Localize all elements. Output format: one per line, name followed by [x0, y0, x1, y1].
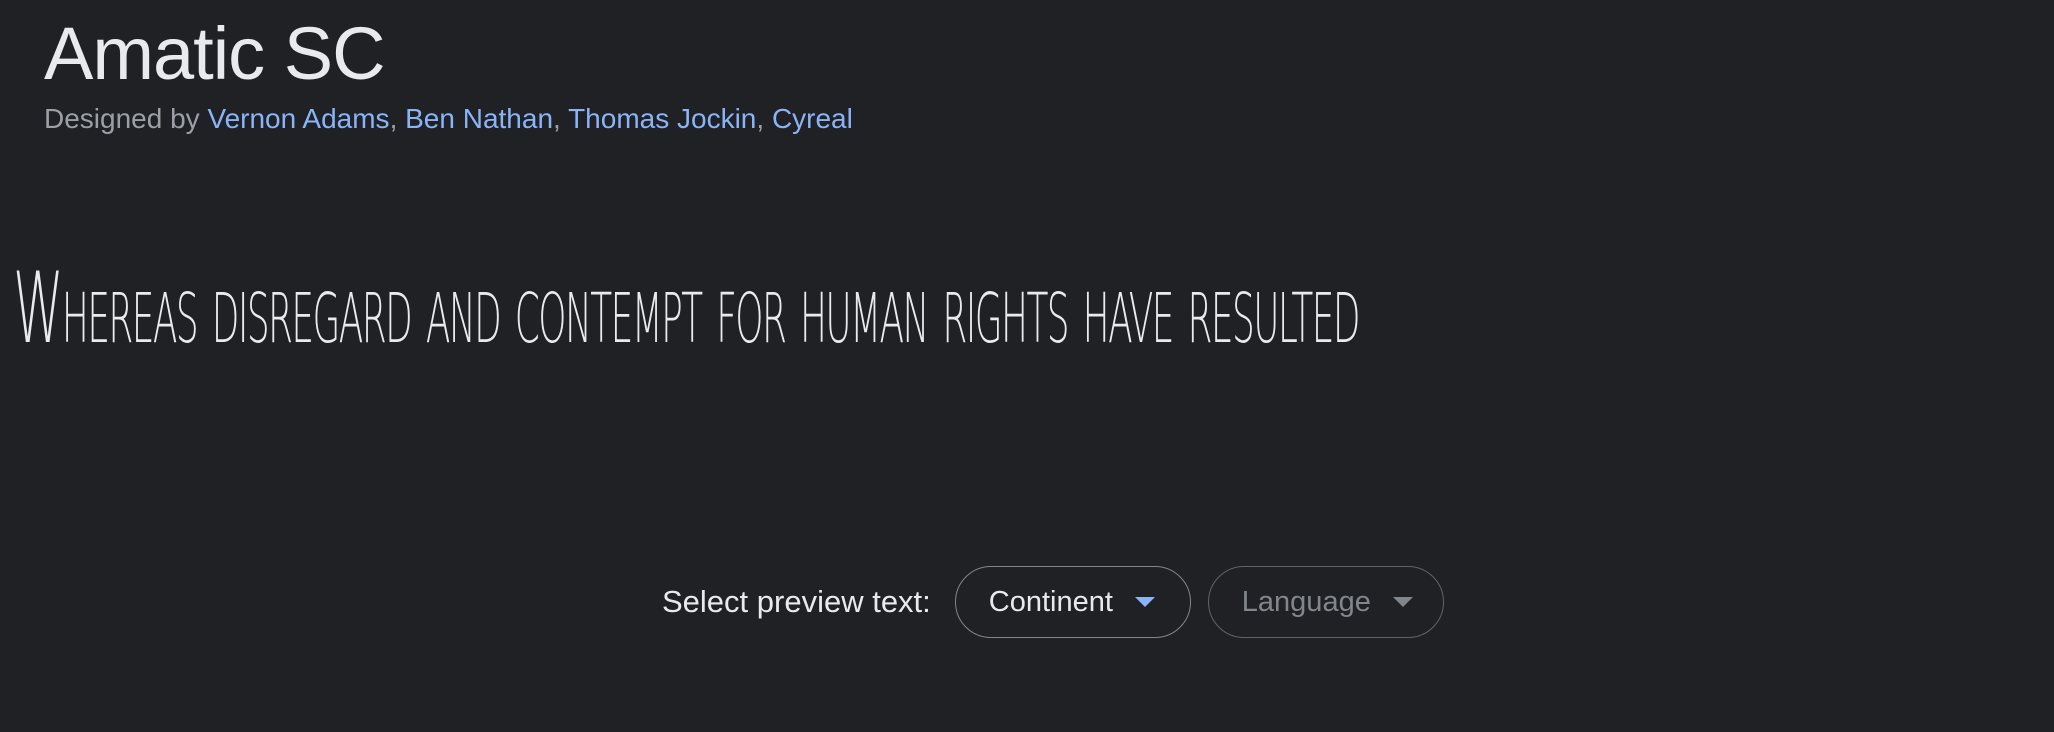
- separator: ,: [756, 103, 765, 134]
- caret-down-icon: [1134, 597, 1155, 607]
- designer-link-thomas-jockin[interactable]: Thomas Jockin: [568, 103, 756, 134]
- font-title: Amatic SC: [44, 12, 386, 95]
- preview-text-controls: Select preview text: Continent Language: [662, 566, 1461, 638]
- continent-select-value: Continent: [988, 585, 1113, 618]
- select-preview-text-label: Select preview text:: [662, 584, 931, 619]
- separator: ,: [553, 103, 561, 134]
- designers-line: Designed by Vernon Adams, Ben Nathan, Th…: [44, 101, 853, 137]
- designer-link-cyreal[interactable]: Cyreal: [772, 103, 853, 134]
- designer-link-ben-nathan[interactable]: Ben Nathan: [405, 103, 553, 134]
- language-select-value: Language: [1241, 585, 1371, 618]
- continent-select[interactable]: Continent: [954, 566, 1191, 638]
- language-select[interactable]: Language: [1207, 566, 1444, 638]
- caret-down-icon: [1392, 597, 1413, 607]
- separator: ,: [389, 103, 398, 134]
- font-specimen-page: Amatic SC Designed by Vernon Adams, Ben …: [0, 0, 2054, 732]
- designer-link-vernon-adams[interactable]: Vernon Adams: [207, 103, 389, 134]
- preview-text[interactable]: Whereas disregard and contempt for human…: [0, 238, 1570, 380]
- designed-by-prefix: Designed by: [44, 103, 200, 134]
